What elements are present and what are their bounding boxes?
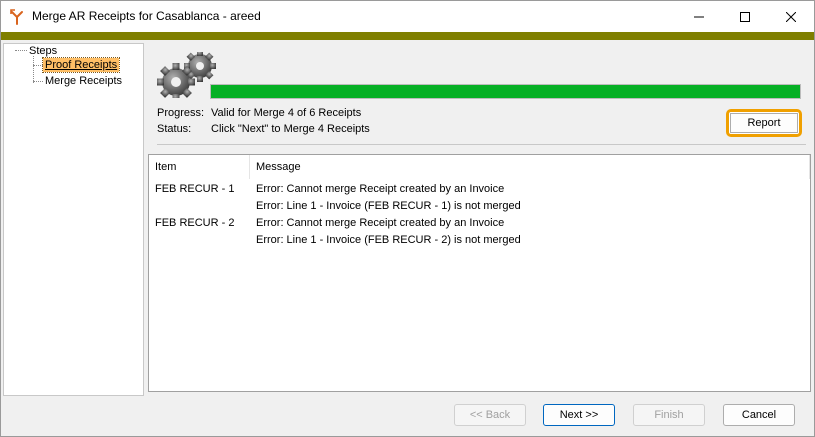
steps-tree: Steps Proof Receipts Merge Receipts xyxy=(3,43,144,396)
tree-item-label: Proof Receipts xyxy=(41,57,121,73)
report-button-label: Report xyxy=(730,113,798,133)
cancel-button[interactable]: Cancel xyxy=(723,404,795,426)
tree-root-label: Steps xyxy=(29,44,58,57)
maximize-button[interactable] xyxy=(722,1,768,32)
row-message[interactable]: Error: Cannot merge Receipt created by a… xyxy=(256,217,504,229)
accent-bar xyxy=(1,32,814,40)
column-header-item[interactable]: Item xyxy=(155,161,176,173)
progress-value: Valid for Merge 4 of 6 Receipts xyxy=(211,107,362,119)
merge-ar-receipts-window: Merge AR Receipts for Casablanca - areed… xyxy=(0,0,815,437)
tree-item-proof-receipts[interactable]: Proof Receipts xyxy=(33,57,121,73)
maximize-icon xyxy=(740,11,750,22)
row-item[interactable]: FEB RECUR - 1 xyxy=(155,183,234,195)
close-icon xyxy=(786,11,796,22)
progress-bar xyxy=(210,84,801,99)
status-value: Click "Next" to Merge 4 Receipts xyxy=(211,123,370,135)
column-header-message[interactable]: Message xyxy=(256,161,301,173)
report-button[interactable]: Report xyxy=(726,109,802,137)
close-button[interactable] xyxy=(768,1,814,32)
next-button[interactable]: Next >> xyxy=(543,404,615,426)
merge-icon xyxy=(10,9,23,25)
back-button[interactable]: << Back xyxy=(454,404,526,426)
row-message[interactable]: Error: Line 1 - Invoice (FEB RECUR - 1) … xyxy=(256,200,521,212)
minimize-button[interactable] xyxy=(676,1,722,32)
title-bar: Merge AR Receipts for Casablanca - areed xyxy=(1,1,814,32)
minimize-icon xyxy=(694,16,704,17)
tree-root-steps[interactable]: Steps xyxy=(15,44,57,57)
divider xyxy=(157,144,806,145)
tree-item-label: Merge Receipts xyxy=(45,75,123,87)
tree-item-merge-receipts[interactable]: Merge Receipts xyxy=(33,73,124,89)
row-item[interactable]: FEB RECUR - 2 xyxy=(155,217,234,229)
progress-line: Progress: Valid for Merge 4 of 6 Receipts xyxy=(157,107,361,119)
window-title: Merge AR Receipts for Casablanca - areed xyxy=(32,9,261,23)
progress-bar-fill xyxy=(211,85,800,98)
main-panel: Progress: Valid for Merge 4 of 6 Receipts… xyxy=(148,43,814,396)
status-key: Status: xyxy=(157,123,192,135)
finish-button[interactable]: Finish xyxy=(633,404,705,426)
progress-key: Progress: xyxy=(157,107,205,119)
row-message[interactable]: Error: Line 1 - Invoice (FEB RECUR - 2) … xyxy=(256,234,521,246)
status-line: Status: Click "Next" to Merge 4 Receipts xyxy=(157,123,370,135)
list-header: Item Message xyxy=(149,155,810,179)
row-message[interactable]: Error: Cannot merge Receipt created by a… xyxy=(256,183,504,195)
results-list[interactable]: Item Message FEB RECUR - 1 Error: Cannot… xyxy=(148,154,811,392)
